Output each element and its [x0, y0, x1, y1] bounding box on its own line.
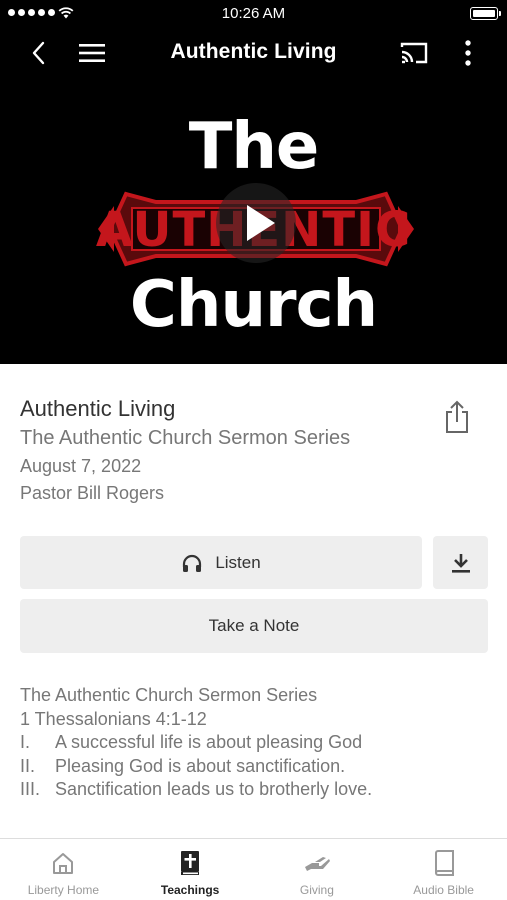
- tab-liberty-home[interactable]: Liberty Home: [0, 839, 127, 900]
- sermon-series: The Authentic Church Sermon Series: [20, 427, 351, 449]
- take-note-button[interactable]: Take a Note: [20, 599, 488, 653]
- bottom-tab-bar: Liberty Home Teachings Giving Audio Bibl…: [0, 838, 507, 900]
- outline-point: III. Sanctification leads us to brotherl…: [20, 778, 490, 802]
- outline-point: I. A successful life is about pleasing G…: [20, 731, 490, 755]
- outline-point: II. Pleasing God is about sanctification…: [20, 755, 490, 779]
- tab-label: Teachings: [160, 883, 220, 897]
- outline-number: II.: [20, 755, 36, 776]
- giving-hand-icon: [304, 857, 330, 871]
- tab-label: Audio Bible: [413, 883, 474, 897]
- outline-text: Sanctification leads us to brotherly lov…: [55, 779, 373, 799]
- battery-icon: [470, 7, 501, 20]
- play-button[interactable]: [216, 183, 296, 263]
- download-icon: [451, 553, 470, 573]
- headphones-icon: [183, 554, 202, 572]
- nav-bar: Authentic Living: [0, 28, 507, 76]
- listen-button[interactable]: Listen: [20, 536, 422, 589]
- tab-giving[interactable]: Giving: [254, 839, 381, 900]
- listen-label: Listen: [215, 552, 261, 572]
- cast-icon: [400, 42, 428, 64]
- tab-label: Giving: [299, 883, 334, 897]
- description-passage: 1 Thessalonians 4:1-12: [20, 708, 207, 729]
- sermon-description: The Authentic Church Sermon Series 1 The…: [20, 684, 490, 802]
- home-icon: [53, 853, 74, 874]
- status-bar: 10:26 AM: [0, 0, 507, 28]
- take-note-label: Take a Note: [208, 616, 300, 635]
- outline-text: Pleasing God is about sanctification.: [55, 755, 346, 776]
- download-button[interactable]: [433, 536, 488, 589]
- book-icon: [434, 850, 454, 876]
- sermon-title: Authentic Living: [20, 396, 176, 421]
- more-vertical-icon: [465, 40, 471, 66]
- sermon-speaker: Pastor Bill Rogers: [20, 483, 165, 503]
- video-player[interactable]: 10:26 AM Authentic Living The Church: [0, 0, 507, 364]
- description-series: The Authentic Church Sermon Series: [20, 685, 318, 705]
- cast-button[interactable]: [396, 36, 432, 70]
- bible-cross-icon: [181, 851, 200, 875]
- tab-teachings[interactable]: Teachings: [127, 839, 254, 900]
- artwork-line-the: The: [188, 110, 320, 184]
- tab-label: Liberty Home: [27, 883, 100, 897]
- outline-number: I.: [20, 732, 31, 752]
- tab-audio-bible[interactable]: Audio Bible: [380, 839, 507, 900]
- more-options-button[interactable]: [450, 36, 486, 70]
- outline-text: A successful life is about pleasing God: [55, 732, 363, 752]
- artwork-line-church: Church: [129, 268, 378, 342]
- sermon-date: August 7, 2022: [20, 456, 142, 476]
- share-icon: [446, 400, 468, 433]
- status-time: 10:26 AM: [221, 5, 286, 22]
- share-button[interactable]: [443, 400, 471, 434]
- outline-number: III.: [20, 779, 41, 799]
